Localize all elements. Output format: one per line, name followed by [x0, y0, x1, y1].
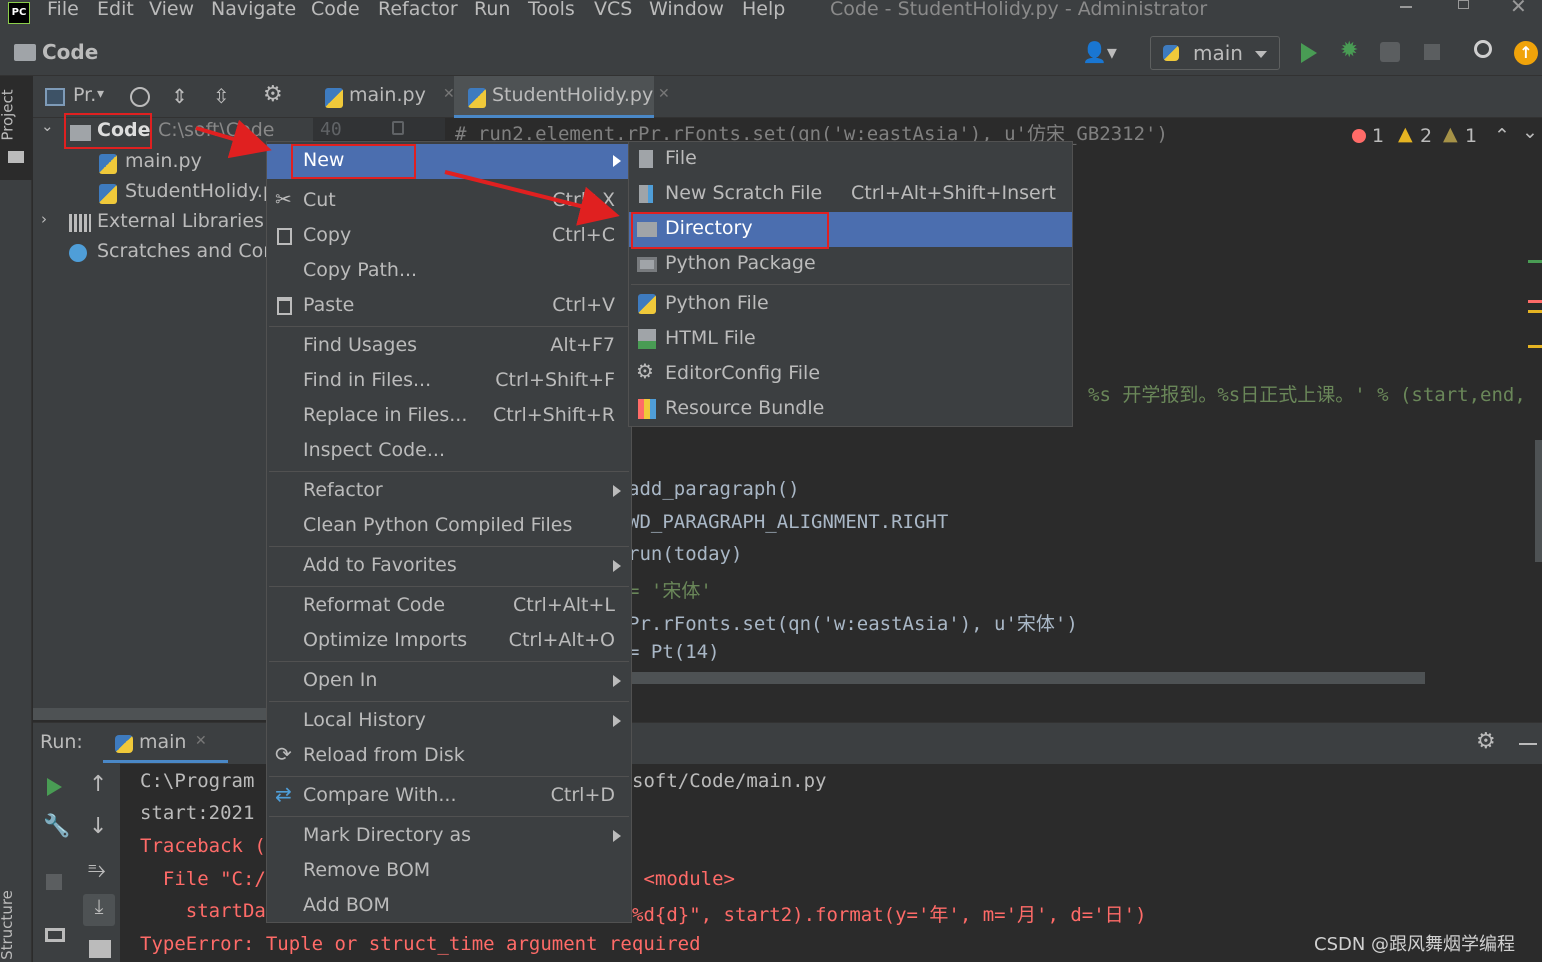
annotation-arrow — [444, 170, 620, 226]
annotation-arrows — [195, 119, 620, 226]
annotation-arrow — [195, 119, 272, 159]
